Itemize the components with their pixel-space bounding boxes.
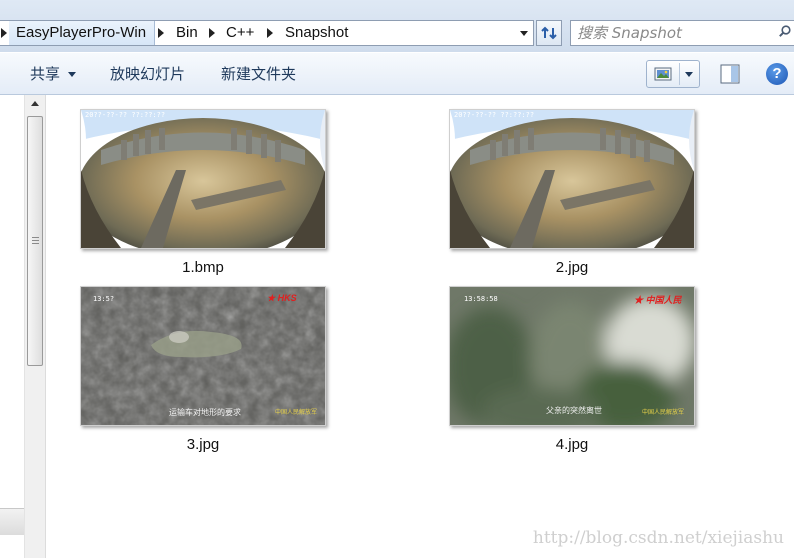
new-folder-button[interactable]: 新建文件夹 (221, 53, 296, 95)
share-menu-button[interactable]: 共享 (30, 53, 77, 95)
navigation-pane-footer (0, 508, 24, 535)
corner-caption: 中国人民解放军 (642, 409, 685, 416)
file-thumbnail: 13:5? ★ HKS 运输车对地形的要求 中国人民解放军 (80, 286, 326, 426)
subtitle-text: 运输车对地形的要求 (169, 408, 241, 417)
address-row: EasyPlayerPro-Win Bin C++ Snapshot (0, 0, 794, 52)
timestamp-overlay: 20??-??-?? ??:??:?? (85, 111, 166, 119)
file-item[interactable]: 13:5? ★ HKS 运输车对地形的要求 中国人民解放军 3.jpg (80, 286, 326, 453)
file-thumbnail: 20??-??-?? ??:??:?? (80, 109, 326, 249)
file-item[interactable]: 20??-??-?? ??:??:?? 2.jpg (449, 109, 695, 276)
file-thumbnail: 13:58:58 ★ 中国人民 父亲的突然离世 中国人民解放军 (449, 286, 695, 426)
chevron-down-icon[interactable] (685, 72, 693, 77)
scrollbar-thumb[interactable] (27, 116, 43, 366)
help-icon[interactable]: ? (766, 63, 788, 85)
navigation-pane[interactable] (0, 95, 24, 558)
breadcrumb-chevron-icon[interactable] (267, 28, 273, 38)
fisheye-city-image (81, 110, 325, 248)
share-label: 共享 (30, 65, 61, 83)
channel-logo: ★ HKS (267, 293, 297, 303)
time-overlay: 13:58:58 (464, 295, 498, 303)
scroll-up-arrow-icon[interactable] (31, 101, 39, 106)
command-bar: 共享 放映幻灯片 新建文件夹 ? (0, 52, 794, 95)
slideshow-button[interactable]: 放映幻灯片 (110, 53, 185, 95)
fisheye-city-image (450, 110, 694, 248)
file-thumbnail: 20??-??-?? ??:??:?? (449, 109, 695, 249)
file-list[interactable]: 20??-??-?? ??:??:?? 1.bmp 20??-??-?? ??:… (46, 95, 794, 558)
breadcrumb-easyplayerpro-win[interactable]: EasyPlayerPro-Win (16, 21, 146, 45)
breadcrumb-chevron-icon[interactable] (209, 28, 215, 38)
navigation-scrollbar[interactable] (24, 95, 46, 558)
view-button-separator (679, 63, 680, 85)
change-view-button[interactable] (646, 60, 700, 88)
channel-logo: ★ 中国人民 (634, 295, 682, 305)
file-name[interactable]: 1.bmp (80, 259, 326, 276)
time-overlay: 13:5? (93, 295, 115, 303)
search-box[interactable] (570, 20, 794, 46)
breadcrumb-bin[interactable]: Bin (176, 21, 198, 45)
scroll-grip-icon (32, 237, 39, 245)
search-icon[interactable] (779, 25, 791, 37)
file-name[interactable]: 2.jpg (449, 259, 695, 276)
file-name[interactable]: 4.jpg (449, 436, 695, 453)
breadcrumb-snapshot[interactable]: Snapshot (285, 21, 348, 45)
channel-logo-text: 中国人民 (645, 295, 682, 305)
chevron-down-icon (68, 72, 77, 77)
corner-caption: 中国人民解放军 (275, 409, 318, 416)
file-name[interactable]: 3.jpg (80, 436, 326, 453)
file-item[interactable]: 20??-??-?? ??:??:?? 1.bmp (80, 109, 326, 276)
breadcrumb-chevron-icon[interactable] (158, 28, 164, 38)
view-picture-icon (654, 67, 672, 81)
grey-terrain-image (81, 287, 325, 425)
address-bar[interactable]: EasyPlayerPro-Win Bin C++ Snapshot (0, 20, 534, 46)
breadcrumb-root-chevron-icon[interactable] (1, 28, 7, 38)
blog-watermark: http://blog.csdn.net/xiejiashu (532, 528, 784, 548)
subtitle-text: 父亲的突然离世 (546, 406, 602, 415)
refresh-button[interactable] (536, 20, 562, 46)
channel-logo-text: HKS (277, 293, 297, 303)
timestamp-overlay: 20??-??-?? ??:??:?? (454, 111, 535, 119)
search-input[interactable] (577, 22, 767, 44)
breadcrumb-cpp[interactable]: C++ (226, 21, 254, 45)
file-item[interactable]: 13:58:58 ★ 中国人民 父亲的突然离世 中国人民解放军 4.jpg (449, 286, 695, 453)
preview-pane-icon[interactable] (719, 63, 741, 85)
address-dropdown-button[interactable] (515, 21, 533, 45)
refresh-icon (541, 26, 557, 40)
